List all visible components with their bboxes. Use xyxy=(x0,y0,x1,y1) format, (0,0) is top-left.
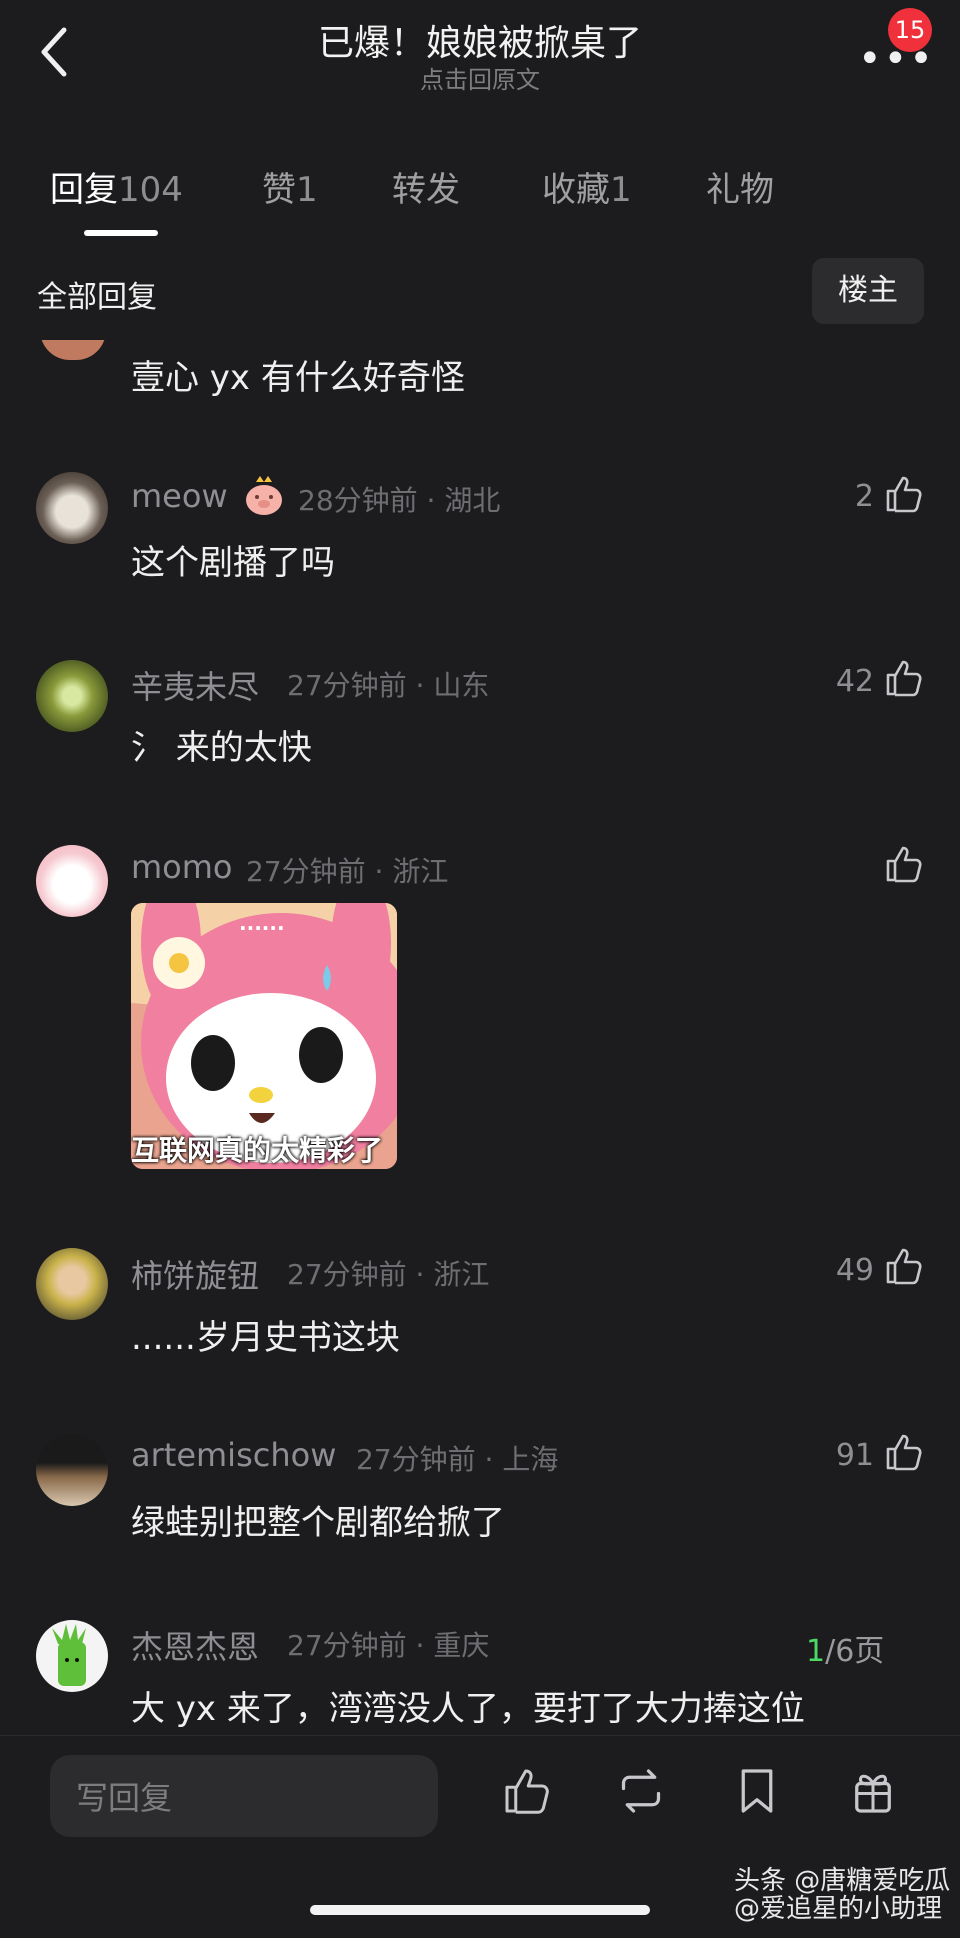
tab-label: 礼物 xyxy=(706,170,774,210)
username[interactable]: 柿饼旋钮 xyxy=(131,1251,259,1297)
avatar[interactable] xyxy=(36,1434,108,1506)
thumbs-up-icon[interactable] xyxy=(884,844,924,884)
page-title[interactable]: 已爆！娘娘被掀桌了 xyxy=(0,14,960,66)
pig-badge-icon xyxy=(246,476,282,515)
tab-favorites[interactable]: 收藏1 xyxy=(542,162,632,211)
username[interactable]: momo xyxy=(131,848,233,886)
username[interactable]: 杰恩杰恩 xyxy=(131,1622,259,1668)
tab-gifts[interactable]: 礼物 xyxy=(706,162,774,211)
tab-likes[interactable]: 赞1 xyxy=(262,162,318,211)
home-indicator[interactable] xyxy=(310,1905,650,1915)
tab-reposts[interactable]: 转发 xyxy=(392,162,460,211)
like-count: 49 xyxy=(835,1253,874,1288)
username[interactable]: artemischow xyxy=(131,1436,336,1474)
comment-text: 绿蛙别把整个剧都给掀了 xyxy=(131,1503,505,1543)
comment-meta: 27分钟前 · 上海 xyxy=(356,1443,559,1476)
notification-badge: 15 xyxy=(888,8,932,52)
tab-count: 1 xyxy=(610,170,632,210)
avatar[interactable] xyxy=(36,1248,108,1320)
thumbs-up-icon[interactable] xyxy=(502,1766,552,1816)
comment-meta: 27分钟前 · 浙江 xyxy=(287,1258,490,1291)
like-count: 91 xyxy=(835,1438,874,1473)
avatar[interactable] xyxy=(36,660,108,732)
all-replies-label: 全部回复 xyxy=(37,280,157,315)
current-page: 1 xyxy=(806,1634,826,1669)
username[interactable]: 辛夷未尽 xyxy=(131,662,259,708)
tab-label: 赞 xyxy=(262,170,296,210)
back-to-original-link[interactable]: 点击回原文 xyxy=(0,60,960,95)
thumbs-up-icon[interactable] xyxy=(884,474,924,514)
comment-meta: 27分钟前 · 重庆 xyxy=(287,1629,490,1662)
sticker-image[interactable]: ...... 互联网真的太精彩了 xyxy=(131,903,397,1169)
username[interactable]: meow xyxy=(131,477,228,515)
comment-text: ......岁月史书这块 xyxy=(131,1318,400,1358)
comment-meta: 27分钟前 · 山东 xyxy=(287,669,490,702)
tab-label: 回复 xyxy=(50,170,118,210)
avatar[interactable] xyxy=(36,1620,108,1692)
comment-text: 壹心 yx 有什么好奇怪 xyxy=(131,358,465,398)
gift-icon[interactable] xyxy=(848,1766,898,1816)
total-pages: /6页 xyxy=(825,1634,885,1669)
avatar[interactable] xyxy=(36,472,108,544)
comment-text: 氵 来的太快 xyxy=(131,728,312,768)
sticker-dots: ...... xyxy=(239,911,285,935)
avatar[interactable] xyxy=(36,845,108,917)
watermark-line1: 头条 @唐糖爱吃瓜 xyxy=(734,1866,951,1896)
op-filter-button[interactable]: 楼主 xyxy=(812,258,924,324)
watermark-line2: @爱追星的小助理 xyxy=(734,1894,943,1924)
like-count: 42 xyxy=(835,664,874,699)
comment-text: 大 yx 来了，湾湾没人了，要打了大力捧这位 xyxy=(131,1689,805,1729)
bookmark-icon[interactable] xyxy=(732,1766,782,1816)
watermark: 头条 @唐糖爱吃瓜 @爱追星的小助理 xyxy=(734,1867,950,1923)
active-tab-indicator xyxy=(84,230,158,236)
reply-placeholder: 写回复 xyxy=(76,1779,173,1817)
tab-count: 1 xyxy=(296,170,318,210)
tab-label: 转发 xyxy=(392,170,460,210)
green-creature-icon xyxy=(52,1624,86,1686)
comment-meta: 28分钟前 · 湖北 xyxy=(298,484,501,517)
tab-count: 104 xyxy=(118,170,183,210)
page-indicator: 1/6页 xyxy=(806,1626,884,1670)
tab-label: 收藏 xyxy=(542,170,610,210)
comment-text: 这个剧播了吗 xyxy=(131,543,335,583)
repost-icon[interactable] xyxy=(616,1766,666,1816)
thumbs-up-icon[interactable] xyxy=(884,1246,924,1286)
sticker-caption: 互联网真的太精彩了 xyxy=(131,1134,384,1167)
comment-meta: 27分钟前 · 浙江 xyxy=(246,855,449,888)
thumbs-up-icon[interactable] xyxy=(884,658,924,698)
like-count: 2 xyxy=(854,479,874,514)
thumbs-up-icon[interactable] xyxy=(884,1432,924,1472)
tab-replies[interactable]: 回复104 xyxy=(50,162,183,211)
